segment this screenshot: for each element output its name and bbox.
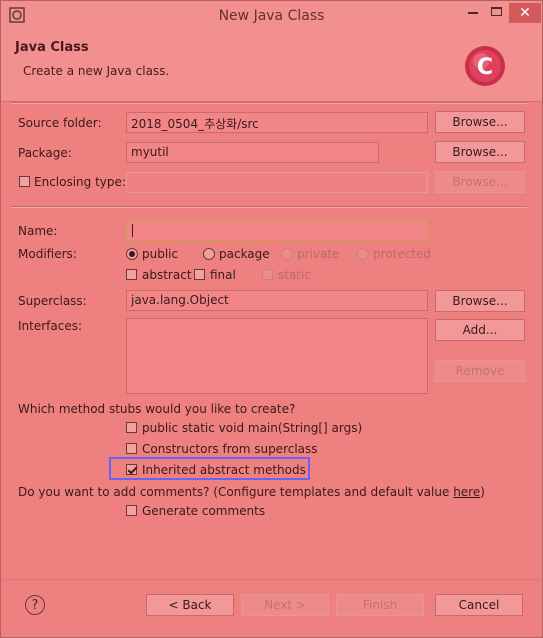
public-label: public — [142, 247, 179, 261]
source-folder-label: Source folder: — [18, 116, 102, 130]
enclosing-type-field — [126, 172, 428, 193]
comments-question: Do you want to add comments? (Configure … — [18, 485, 485, 499]
interfaces-add-button[interactable]: Add... — [435, 319, 525, 341]
static-checkbox — [262, 269, 273, 280]
next-button: Next > — [241, 594, 329, 616]
package-field[interactable]: myutil — [126, 142, 379, 163]
main-method-label: public static void main(String[] args) — [142, 421, 363, 435]
private-label: private — [297, 247, 340, 261]
highlight-box — [109, 457, 310, 480]
finish-button: Finish — [336, 594, 424, 616]
header-separator — [11, 102, 527, 104]
minimize-icon — [468, 12, 478, 14]
abstract-label: abstract — [142, 268, 192, 282]
name-label: Name: — [18, 224, 58, 238]
package-radio[interactable] — [203, 248, 215, 260]
help-icon[interactable]: ? — [25, 595, 45, 615]
close-icon: ✕ — [519, 5, 531, 21]
package-browse-button[interactable]: Browse... — [435, 141, 525, 163]
static-label: static — [278, 268, 311, 282]
package-label: Package: — [18, 146, 72, 160]
footer-separator — [1, 579, 542, 580]
main-method-checkbox[interactable] — [126, 422, 137, 433]
private-radio — [281, 248, 293, 260]
superclass-browse-button[interactable]: Browse... — [435, 290, 525, 312]
maximize-button[interactable] — [488, 3, 506, 23]
comments-question-text: Do you want to add comments? (Configure … — [18, 485, 454, 499]
new-java-class-dialog: New Java Class ✕ Java Class Create a new… — [0, 0, 543, 638]
protected-radio — [357, 248, 369, 260]
final-checkbox[interactable] — [194, 269, 205, 280]
wizard-title: Java Class — [15, 40, 89, 55]
minimize-button[interactable] — [460, 3, 486, 23]
close-button[interactable]: ✕ — [509, 3, 541, 23]
source-folder-field[interactable]: 2018_0504_추상화/src — [126, 112, 428, 133]
wizard-header: Java Class Create a new Java class. C — [1, 31, 542, 102]
new-class-banner-icon: C — [465, 46, 505, 86]
cancel-button[interactable]: Cancel — [435, 594, 523, 616]
class-name-input[interactable] — [126, 220, 428, 241]
final-label: final — [210, 268, 236, 282]
enclosing-type-label: Enclosing type: — [34, 175, 126, 189]
generate-comments-checkbox[interactable] — [126, 505, 137, 516]
wizard-description: Create a new Java class. — [23, 64, 170, 78]
public-radio[interactable] — [126, 248, 138, 260]
section-separator — [11, 206, 527, 208]
interfaces-remove-button: Remove — [435, 360, 525, 382]
maximize-icon — [491, 7, 502, 16]
constructors-label: Constructors from superclass — [142, 442, 318, 456]
abstract-checkbox[interactable] — [126, 269, 137, 280]
enclosing-type-checkbox[interactable] — [19, 176, 30, 187]
comments-question-end: ) — [480, 485, 485, 499]
constructors-checkbox[interactable] — [126, 443, 137, 454]
enclosing-type-browse-button: Browse... — [435, 171, 525, 193]
superclass-field[interactable]: java.lang.Object — [126, 290, 428, 311]
svg-text:C: C — [477, 55, 493, 80]
generate-comments-label: Generate comments — [142, 504, 266, 518]
interfaces-list[interactable] — [126, 318, 428, 394]
modifiers-label: Modifiers: — [18, 247, 77, 261]
package-modifier-label: package — [219, 247, 270, 261]
interfaces-label: Interfaces: — [18, 319, 83, 333]
source-folder-browse-button[interactable]: Browse... — [435, 111, 525, 133]
title-bar: New Java Class ✕ — [1, 1, 542, 31]
method-stubs-question: Which method stubs would you like to cre… — [18, 402, 296, 416]
superclass-label: Superclass: — [18, 294, 87, 308]
protected-label: protected — [373, 247, 432, 261]
text-caret — [132, 224, 133, 237]
back-button[interactable]: < Back — [146, 594, 234, 616]
templates-link[interactable]: here — [453, 485, 480, 499]
